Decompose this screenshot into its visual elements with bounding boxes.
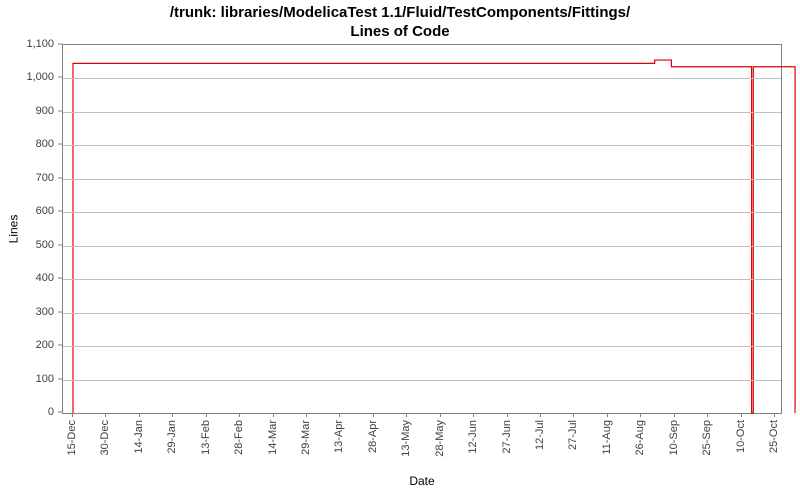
grid-line	[63, 246, 781, 247]
x-tick-label: 10-Oct	[735, 420, 747, 453]
x-tick-label: 25-Oct	[768, 420, 780, 453]
grid-line	[63, 380, 781, 381]
x-tick-label: 30-Dec	[99, 420, 111, 455]
grid-line	[63, 112, 781, 113]
x-tick-mark	[172, 413, 173, 417]
plot-area	[62, 44, 782, 414]
x-tick-mark	[72, 413, 73, 417]
x-tick-label: 13-Feb	[200, 420, 212, 455]
x-tick-mark	[774, 413, 775, 417]
x-tick-mark	[239, 413, 240, 417]
chart-title: /trunk: libraries/ModelicaTest 1.1/Fluid…	[0, 4, 800, 42]
x-tick-mark	[640, 413, 641, 417]
x-tick-mark	[339, 413, 340, 417]
x-tick-label: 27-Jun	[501, 420, 513, 454]
x-tick-mark	[741, 413, 742, 417]
x-tick-label: 10-Sep	[668, 420, 680, 455]
y-tick-label: 800	[36, 138, 54, 150]
grid-line	[63, 179, 781, 180]
x-tick-mark	[105, 413, 106, 417]
y-tick-label: 100	[36, 373, 54, 385]
x-tick-label: 29-Jan	[166, 420, 178, 454]
x-tick-mark	[607, 413, 608, 417]
x-tick-label: 29-Mar	[300, 420, 312, 455]
y-tick-label: 1,100	[26, 38, 54, 50]
y-tick-label: 900	[36, 105, 54, 117]
x-tick-label: 28-Feb	[233, 420, 245, 455]
x-tick-label: 13-Apr	[333, 420, 345, 453]
x-tick-mark	[440, 413, 441, 417]
series-line	[73, 60, 795, 413]
x-tick-label: 28-May	[434, 420, 446, 457]
chart-container: /trunk: libraries/ModelicaTest 1.1/Fluid…	[0, 0, 800, 500]
x-tick-mark	[273, 413, 274, 417]
x-tick-mark	[507, 413, 508, 417]
y-tick-label: 1,000	[26, 71, 54, 83]
x-tick-label: 12-Jun	[467, 420, 479, 454]
y-axis-labels: 01002003004005006007008009001,0001,100	[0, 44, 58, 414]
y-tick-label: 400	[36, 272, 54, 284]
y-tick-label: 0	[48, 406, 54, 418]
x-tick-mark	[306, 413, 307, 417]
grid-line	[63, 279, 781, 280]
y-tick-label: 200	[36, 339, 54, 351]
x-tick-mark	[473, 413, 474, 417]
y-tick-label: 700	[36, 172, 54, 184]
grid-line	[63, 212, 781, 213]
x-tick-label: 15-Dec	[66, 420, 78, 455]
y-tick-label: 300	[36, 306, 54, 318]
x-tick-mark	[573, 413, 574, 417]
title-line-1: /trunk: libraries/ModelicaTest 1.1/Fluid…	[170, 4, 630, 21]
x-tick-label: 26-Aug	[634, 420, 646, 455]
grid-line	[63, 145, 781, 146]
x-tick-mark	[406, 413, 407, 417]
grid-line	[63, 78, 781, 79]
x-tick-mark	[206, 413, 207, 417]
y-tick-label: 600	[36, 205, 54, 217]
y-tick-label: 500	[36, 239, 54, 251]
x-tick-mark	[373, 413, 374, 417]
x-tick-mark	[139, 413, 140, 417]
x-tick-label: 25-Sep	[701, 420, 713, 455]
x-tick-label: 12-Jul	[534, 420, 546, 450]
x-tick-mark	[674, 413, 675, 417]
x-tick-label: 13-May	[400, 420, 412, 457]
x-tick-label: 27-Jul	[567, 420, 579, 450]
grid-line	[63, 313, 781, 314]
x-tick-mark	[540, 413, 541, 417]
x-tick-label: 14-Jan	[133, 420, 145, 454]
x-tick-mark	[707, 413, 708, 417]
grid-line	[63, 346, 781, 347]
data-line	[63, 45, 781, 413]
x-tick-label: 14-Mar	[267, 420, 279, 455]
x-tick-label: 11-Aug	[601, 420, 613, 455]
x-tick-label: 28-Apr	[367, 420, 379, 453]
x-axis-title: Date	[62, 474, 782, 488]
title-line-2: Lines of Code	[350, 23, 449, 40]
